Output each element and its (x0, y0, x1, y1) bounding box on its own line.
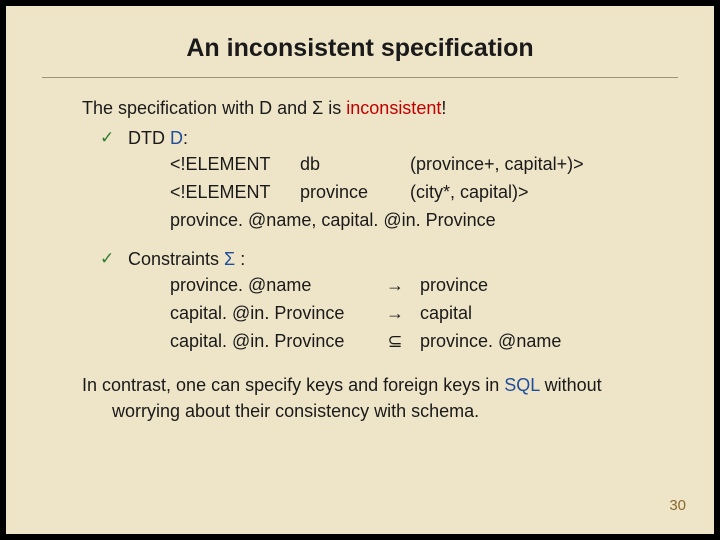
dtd-row-2: <!ELEMENTprovince(city*, capital)> (170, 179, 678, 207)
cons-r2-op: → (380, 300, 410, 328)
cons-r1-r: province (420, 275, 488, 295)
dtd-post: : (183, 128, 188, 148)
closing-sql: SQL (504, 375, 539, 395)
intro-mid: is (323, 98, 346, 118)
cons-pre: Constraints (128, 249, 224, 269)
slide: An inconsistent specification The specif… (6, 6, 714, 534)
cons-row-1: province. @name→ province (170, 272, 678, 300)
cons-r3-l: capital. @in. Province (170, 328, 380, 356)
dtd-r1-c: (province+, capital+)> (410, 154, 584, 174)
check-icon: ✓ (100, 249, 114, 269)
dtd-d: D (170, 128, 183, 148)
cons-r3-op: ⊆ (380, 328, 410, 356)
closing-l2: worrying about their consistency with sc… (112, 398, 678, 424)
cons-r2-l: capital. @in. Province (170, 300, 380, 328)
dtd-row-1: <!ELEMENTdb(province+, capital+)> (170, 151, 678, 179)
check-icon: ✓ (100, 128, 114, 148)
bullet-list: ✓ DTD D: <!ELEMENTdb(province+, capital+… (42, 126, 678, 356)
bullet-dtd-head: DTD D: (128, 126, 678, 151)
cons-r2-r: capital (420, 303, 472, 323)
dtd-r1-b: db (300, 151, 410, 179)
cons-row-2: capital. @in. Province→ capital (170, 300, 678, 328)
page-number: 30 (669, 497, 686, 514)
bullet-dtd: ✓ DTD D: <!ELEMENTdb(province+, capital+… (42, 126, 678, 235)
dtd-row-3: province. @name, capital. @in. Province (170, 207, 678, 235)
intro-sigma: Σ (312, 98, 323, 118)
cons-r1-l: province. @name (170, 272, 380, 300)
slide-title: An inconsistent specification (42, 34, 678, 63)
cons-r3-r: province. @name (420, 331, 561, 351)
closing-para: In contrast, one can specify keys and fo… (82, 372, 678, 424)
dtd-r2-a: <!ELEMENT (170, 179, 300, 207)
bullet-constraints-head: Constraints Σ : (128, 247, 678, 272)
dtd-r2-b: province (300, 179, 410, 207)
dtd-pre: DTD (128, 128, 170, 148)
closing-l1-pre: In contrast, one can specify keys and fo… (82, 375, 504, 395)
intro-inconsistent: inconsistent (346, 98, 441, 118)
intro-pre: The specification with D and (82, 98, 312, 118)
dtd-r2-c: (city*, capital)> (410, 182, 529, 202)
closing-l1-post: without (540, 375, 602, 395)
bullet-constraints: ✓ Constraints Σ : province. @name→ provi… (42, 247, 678, 356)
cons-sigma: Σ (224, 249, 235, 269)
divider (42, 77, 678, 78)
dtd-r1-a: <!ELEMENT (170, 151, 300, 179)
cons-row-3: capital. @in. Province⊆ province. @name (170, 328, 678, 356)
intro-post: ! (441, 98, 446, 118)
dtd-body: <!ELEMENTdb(province+, capital+)> <!ELEM… (170, 151, 678, 235)
intro-line: The specification with D and Σ is incons… (82, 96, 678, 120)
constraints-body: province. @name→ province capital. @in. … (170, 272, 678, 356)
cons-post: : (235, 249, 245, 269)
cons-r1-op: → (380, 272, 410, 300)
